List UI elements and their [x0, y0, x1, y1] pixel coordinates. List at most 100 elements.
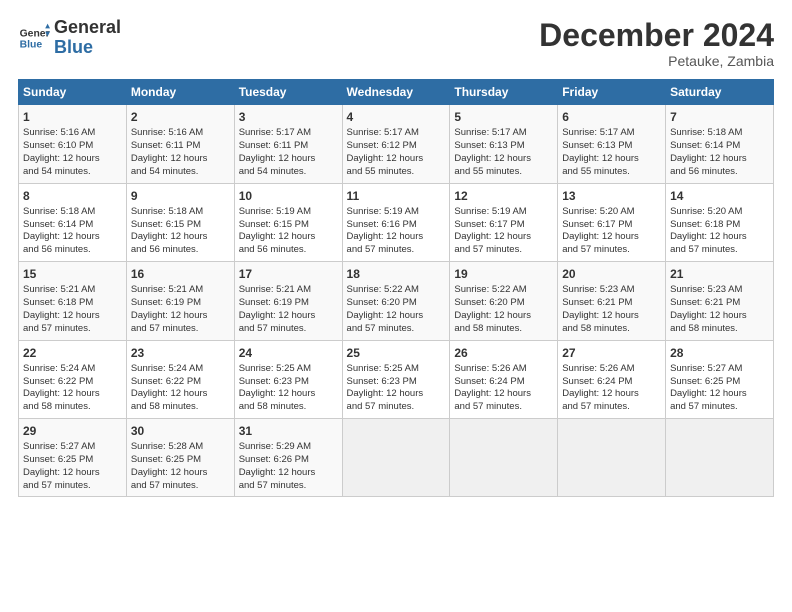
day-cell: 31Sunrise: 5:29 AMSunset: 6:26 PMDayligh…: [234, 418, 342, 496]
day-info-line: and 55 minutes.: [562, 166, 661, 179]
day-cell: 13Sunrise: 5:20 AMSunset: 6:17 PMDayligh…: [558, 183, 666, 261]
day-cell: 17Sunrise: 5:21 AMSunset: 6:19 PMDayligh…: [234, 262, 342, 340]
location: Petauke, Zambia: [539, 53, 774, 69]
day-info-line: Sunset: 6:23 PM: [347, 376, 446, 389]
day-info-line: Sunrise: 5:24 AM: [23, 363, 122, 376]
day-info-line: and 57 minutes.: [670, 401, 769, 414]
week-row-3: 15Sunrise: 5:21 AMSunset: 6:18 PMDayligh…: [19, 262, 774, 340]
col-header-monday: Monday: [126, 80, 234, 105]
day-info-line: and 58 minutes.: [131, 401, 230, 414]
day-info-line: Sunset: 6:10 PM: [23, 140, 122, 153]
day-info-line: and 54 minutes.: [239, 166, 338, 179]
day-cell: 25Sunrise: 5:25 AMSunset: 6:23 PMDayligh…: [342, 340, 450, 418]
day-info-line: and 55 minutes.: [347, 166, 446, 179]
day-info-line: Sunset: 6:24 PM: [562, 376, 661, 389]
page: General Blue General Blue December 2024 …: [0, 0, 792, 612]
day-info-line: Sunrise: 5:20 AM: [562, 206, 661, 219]
day-info-line: Daylight: 12 hours: [131, 388, 230, 401]
day-info-line: Sunset: 6:23 PM: [239, 376, 338, 389]
day-cell: 19Sunrise: 5:22 AMSunset: 6:20 PMDayligh…: [450, 262, 558, 340]
day-cell: 7Sunrise: 5:18 AMSunset: 6:14 PMDaylight…: [666, 105, 774, 183]
day-info-line: Daylight: 12 hours: [454, 310, 553, 323]
day-info-line: Sunset: 6:15 PM: [131, 219, 230, 232]
day-info-line: Daylight: 12 hours: [239, 153, 338, 166]
day-cell: 6 Sunrise: 5:17 AMSunset: 6:13 PMDaylight…: [558, 105, 666, 183]
day-info-line: Daylight: 12 hours: [23, 231, 122, 244]
day-info-line: Sunrise: 5:21 AM: [239, 284, 338, 297]
day-cell: 27Sunrise: 5:26 AMSunset: 6:24 PMDayligh…: [558, 340, 666, 418]
col-header-thursday: Thursday: [450, 80, 558, 105]
day-info-line: Sunset: 6:13 PM: [562, 140, 661, 153]
day-cell: 22Sunrise: 5:24 AMSunset: 6:22 PMDayligh…: [19, 340, 127, 418]
day-number: 19: [454, 266, 553, 282]
day-info-line: Daylight: 12 hours: [131, 231, 230, 244]
day-info-line: Sunrise: 5:17 AM: [454, 127, 553, 140]
day-info-line: Sunset: 6:11 PM: [131, 140, 230, 153]
day-info-line: Daylight: 12 hours: [454, 153, 553, 166]
day-info-line: Daylight: 12 hours: [454, 388, 553, 401]
day-info-line: Sunrise: 5:22 AM: [347, 284, 446, 297]
logo: General Blue General Blue: [18, 18, 121, 58]
day-info-line: and 56 minutes.: [239, 244, 338, 257]
day-info-line: Sunrise: 5:25 AM: [239, 363, 338, 376]
day-info-line: Daylight: 12 hours: [562, 153, 661, 166]
day-cell: 12Sunrise: 5:19 AMSunset: 6:17 PMDayligh…: [450, 183, 558, 261]
day-info-line: Sunset: 6:11 PM: [239, 140, 338, 153]
svg-text:Blue: Blue: [20, 39, 43, 50]
day-info-line: Sunrise: 5:26 AM: [562, 363, 661, 376]
day-info-line: Sunrise: 5:17 AM: [239, 127, 338, 140]
day-info-line: and 56 minutes.: [23, 244, 122, 257]
day-info-line: Daylight: 12 hours: [239, 231, 338, 244]
day-number: 13: [562, 188, 661, 204]
day-cell: 8 Sunrise: 5:18 AMSunset: 6:14 PMDaylight…: [19, 183, 127, 261]
day-number: 15: [23, 266, 122, 282]
day-info-line: and 57 minutes.: [347, 323, 446, 336]
day-info-line: Sunset: 6:13 PM: [454, 140, 553, 153]
day-info-line: Daylight: 12 hours: [562, 310, 661, 323]
day-info-line: Sunrise: 5:18 AM: [23, 206, 122, 219]
logo-text-blue: Blue: [54, 38, 121, 58]
day-info-line: Daylight: 12 hours: [131, 153, 230, 166]
col-header-friday: Friday: [558, 80, 666, 105]
day-info-line: and 57 minutes.: [347, 401, 446, 414]
col-header-sunday: Sunday: [19, 80, 127, 105]
day-info-line: Sunrise: 5:17 AM: [562, 127, 661, 140]
day-info-line: Sunset: 6:20 PM: [347, 297, 446, 310]
day-number: 8: [23, 188, 122, 204]
day-cell: 24Sunrise: 5:25 AMSunset: 6:23 PMDayligh…: [234, 340, 342, 418]
day-info-line: and 57 minutes.: [23, 323, 122, 336]
day-info-line: Daylight: 12 hours: [347, 310, 446, 323]
day-info-line: Sunset: 6:12 PM: [347, 140, 446, 153]
day-info-line: Sunset: 6:14 PM: [23, 219, 122, 232]
svg-text:General: General: [20, 28, 50, 39]
day-number: 1: [23, 109, 122, 125]
day-cell: 15Sunrise: 5:21 AMSunset: 6:18 PMDayligh…: [19, 262, 127, 340]
day-number: 27: [562, 345, 661, 361]
day-info-line: Sunrise: 5:16 AM: [23, 127, 122, 140]
day-info-line: and 57 minutes.: [239, 480, 338, 493]
day-info-line: Daylight: 12 hours: [131, 467, 230, 480]
day-cell: 9Sunrise: 5:18 AMSunset: 6:15 PMDaylight…: [126, 183, 234, 261]
day-cell: 16Sunrise: 5:21 AMSunset: 6:19 PMDayligh…: [126, 262, 234, 340]
day-cell: 4Sunrise: 5:17 AMSunset: 6:12 PMDaylight…: [342, 105, 450, 183]
day-info-line: Sunrise: 5:16 AM: [131, 127, 230, 140]
header: General Blue General Blue December 2024 …: [18, 18, 774, 69]
day-info-line: and 57 minutes.: [131, 480, 230, 493]
day-number: 6: [562, 109, 661, 125]
day-info-line: Sunrise: 5:27 AM: [670, 363, 769, 376]
day-info-line: Daylight: 12 hours: [454, 231, 553, 244]
day-info-line: Sunset: 6:25 PM: [131, 454, 230, 467]
day-cell: 21Sunrise: 5:23 AMSunset: 6:21 PMDayligh…: [666, 262, 774, 340]
header-row: SundayMondayTuesdayWednesdayThursdayFrid…: [19, 80, 774, 105]
day-number: 17: [239, 266, 338, 282]
day-info-line: Daylight: 12 hours: [347, 388, 446, 401]
day-cell: 18Sunrise: 5:22 AMSunset: 6:20 PMDayligh…: [342, 262, 450, 340]
day-info-line: and 57 minutes.: [670, 244, 769, 257]
day-cell: 3Sunrise: 5:17 AMSunset: 6:11 PMDaylight…: [234, 105, 342, 183]
day-info-line: Sunset: 6:22 PM: [23, 376, 122, 389]
day-info-line: and 56 minutes.: [131, 244, 230, 257]
day-number: 12: [454, 188, 553, 204]
day-number: 9: [131, 188, 230, 204]
day-number: 29: [23, 423, 122, 439]
day-cell: 1Sunrise: 5:16 AMSunset: 6:10 PMDaylight…: [19, 105, 127, 183]
